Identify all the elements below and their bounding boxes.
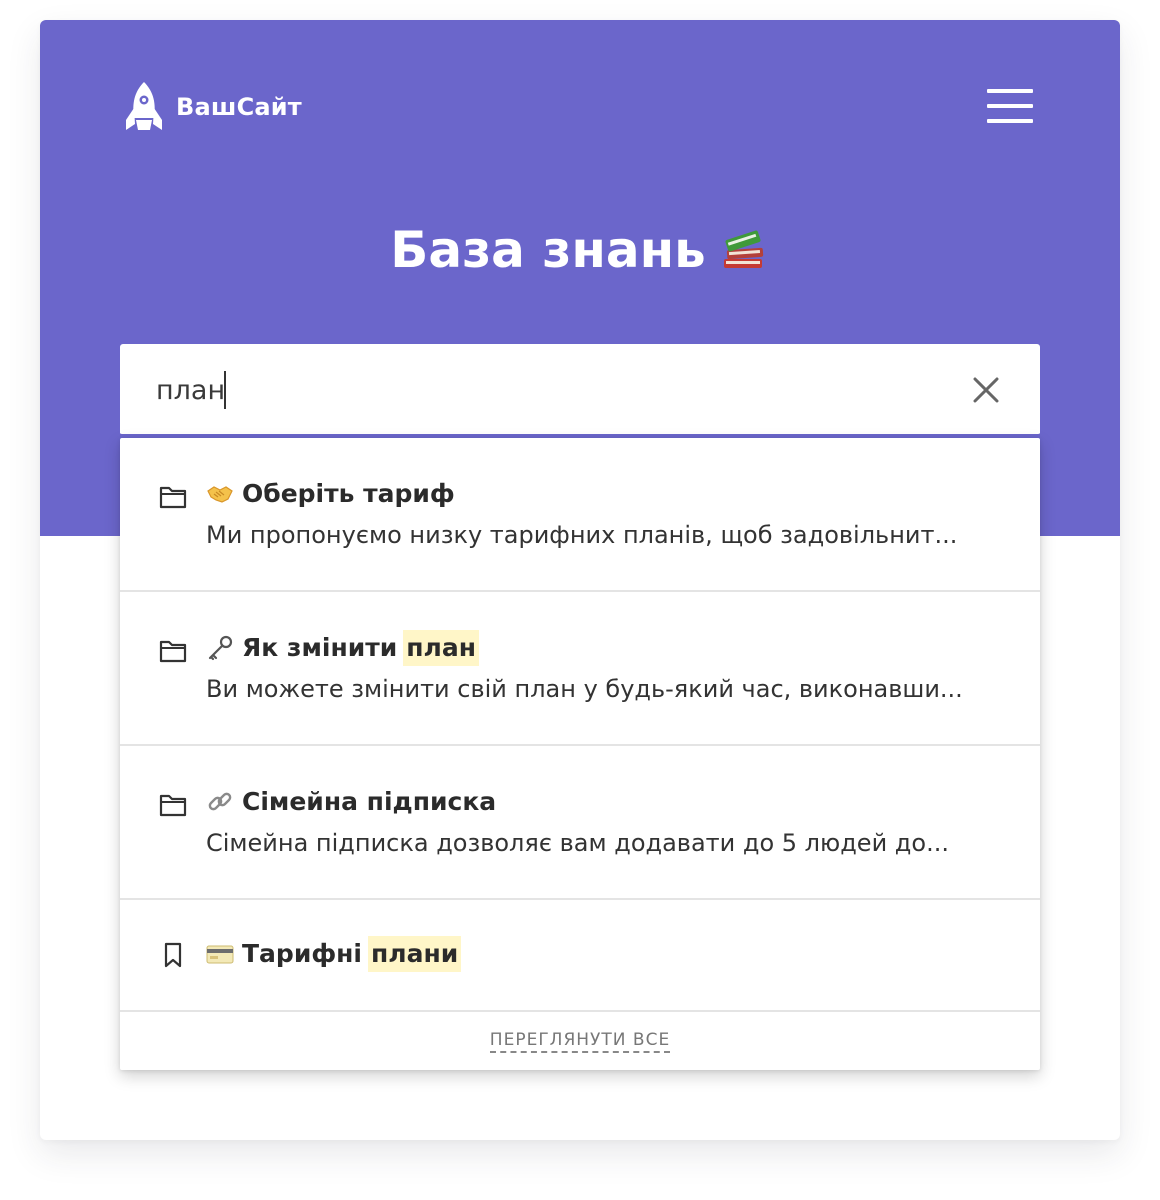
result-title-text: Тарифні bbox=[242, 939, 362, 968]
bookmark-icon bbox=[164, 942, 182, 968]
search-result-item[interactable]: Як змінити план Ви можете змінити свій п… bbox=[120, 592, 1040, 746]
folder-icon bbox=[159, 486, 187, 509]
hero-title-row: База знань bbox=[40, 218, 1120, 282]
view-all-row: ПЕРЕГЛЯНУТИ ВСЕ bbox=[120, 1030, 1040, 1053]
site-logo[interactable]: ВашСайт bbox=[122, 80, 302, 134]
handshake-emoji-icon bbox=[207, 486, 233, 503]
hamburger-line bbox=[987, 104, 1033, 108]
search-result-item[interactable]: Оберіть тариф Ми пропонуємо низку тарифн… bbox=[120, 438, 1040, 592]
search-results-dropdown: Оберіть тариф Ми пропонуємо низку тарифн… bbox=[120, 438, 1040, 1070]
search-input[interactable] bbox=[156, 368, 936, 412]
folder-icon bbox=[159, 794, 187, 817]
result-title-text: Як змінити bbox=[242, 633, 398, 662]
link-emoji-icon bbox=[208, 792, 232, 811]
books-emoji-icon bbox=[723, 230, 763, 268]
search-match-highlight: план bbox=[403, 630, 479, 666]
result-description: Сімейна підписка дозволяє вам додавати д… bbox=[206, 829, 949, 857]
result-title-text: Оберіть тариф bbox=[242, 479, 455, 508]
result-title: Як змінити план bbox=[206, 630, 479, 666]
folder-icon bbox=[159, 640, 187, 663]
search-result-item[interactable]: Тарифні плани bbox=[120, 900, 1040, 1012]
page-title: База знань bbox=[390, 221, 706, 279]
search-box bbox=[120, 344, 1040, 436]
close-icon[interactable] bbox=[968, 372, 1004, 408]
result-title: Оберіть тариф bbox=[206, 476, 455, 512]
result-description: Ми пропонуємо низку тарифних планів, щоб… bbox=[206, 521, 958, 549]
hamburger-line bbox=[987, 119, 1033, 123]
result-title-text: Сімейна підписка bbox=[242, 787, 497, 816]
credit-card-emoji-icon bbox=[206, 945, 234, 964]
knowledge-base-card: ВашСайт База знань план Оберіть тариф Ми… bbox=[40, 20, 1120, 1140]
search-result-item[interactable]: Сімейна підписка Сімейна підписка дозвол… bbox=[120, 746, 1040, 900]
site-name: ВашСайт bbox=[176, 93, 302, 121]
search-match-highlight: плани bbox=[367, 936, 462, 972]
result-title: Тарифні плани bbox=[206, 936, 462, 972]
result-title: Сімейна підписка bbox=[206, 784, 496, 820]
result-description: Ви можете змінити свій план у будь-який … bbox=[206, 675, 963, 703]
key-emoji-icon bbox=[208, 635, 233, 661]
text-caret bbox=[224, 371, 226, 409]
rocket-icon bbox=[126, 82, 162, 130]
hamburger-menu-button[interactable] bbox=[982, 86, 1036, 126]
hamburger-line bbox=[987, 89, 1033, 93]
view-all-link[interactable]: ПЕРЕГЛЯНУТИ ВСЕ bbox=[489, 1030, 671, 1053]
